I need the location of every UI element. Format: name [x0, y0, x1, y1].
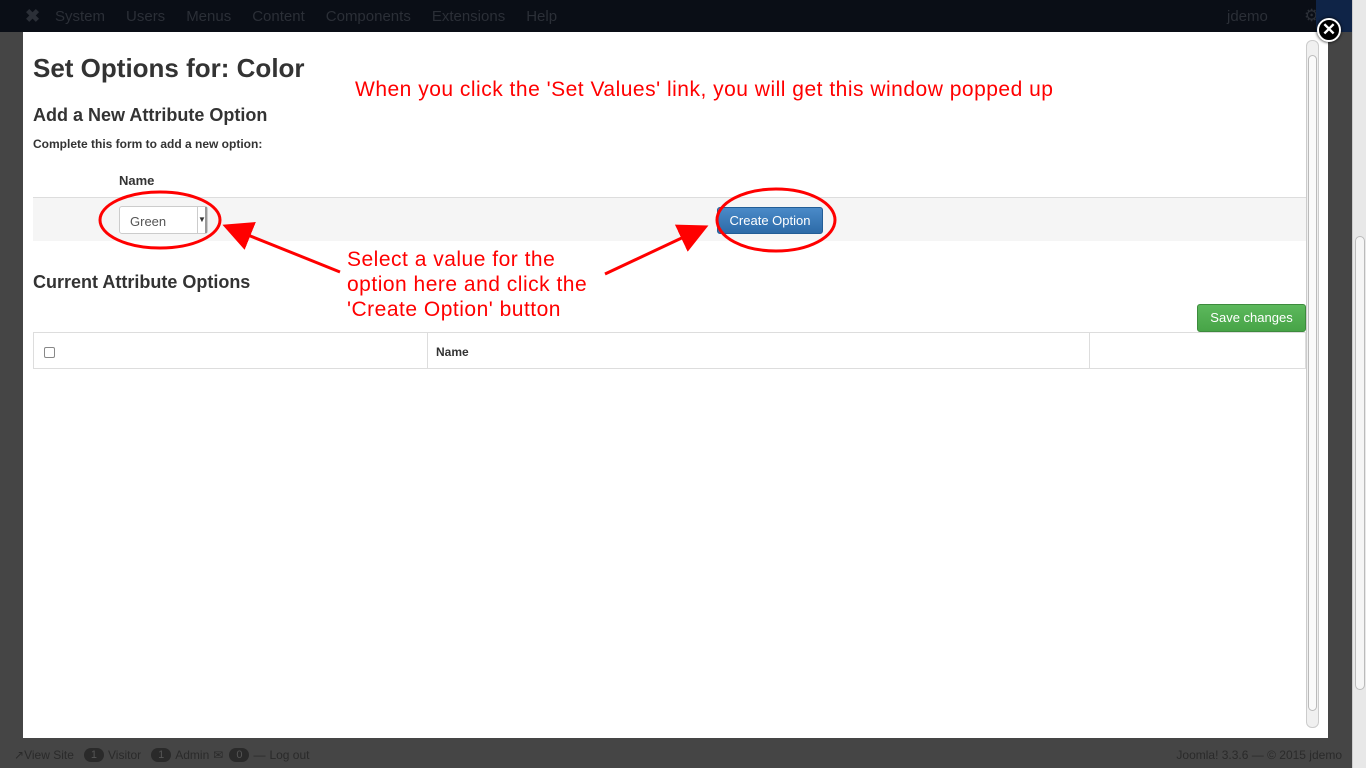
logout-link[interactable]: Log out: [269, 748, 309, 762]
page-scrollbar[interactable]: [1352, 0, 1366, 768]
options-modal: Set Options for: Color Add a New Attribu…: [23, 32, 1328, 738]
add-option-row: Green ▼ Create Option: [33, 197, 1306, 241]
menu-users[interactable]: Users: [126, 8, 165, 25]
status-bar: ↗ View Site 1 Visitor 1 Admin ✉ 0 — Log …: [0, 742, 1352, 768]
top-nav: ✖ System Users Menus Content Components …: [0, 0, 1352, 32]
admin-label: Admin: [175, 748, 210, 762]
save-changes-button[interactable]: Save changes: [1197, 304, 1306, 332]
annotation-line: 'Create Option' button: [347, 298, 561, 321]
option-select[interactable]: Green ▼: [119, 206, 208, 234]
name-column-header[interactable]: Name: [428, 333, 1090, 368]
annotation-line: option here and click the: [347, 273, 588, 296]
joomla-logo-icon[interactable]: ✖: [25, 7, 43, 25]
annotation-line: Select a value for the: [347, 248, 556, 271]
page-scrollbar-thumb[interactable]: [1355, 236, 1365, 690]
option-select-value: Green: [130, 214, 167, 229]
minus-icon: —: [253, 748, 266, 762]
name-column-label: Name: [119, 173, 155, 188]
menu-system[interactable]: System: [55, 8, 105, 25]
annotation-top: When you click the 'Set Values' link, yo…: [355, 78, 1054, 101]
select-all-checkbox[interactable]: [44, 347, 55, 358]
user-menu[interactable]: jdemo: [1227, 8, 1268, 25]
options-table-header: Name: [33, 332, 1306, 369]
close-modal-button[interactable]: ✕: [1317, 18, 1341, 42]
modal-scrollbar-thumb[interactable]: [1308, 55, 1317, 711]
current-options-heading: Current Attribute Options: [33, 272, 251, 292]
add-option-subtitle: Complete this form to add a new option:: [33, 137, 263, 151]
admin-count-badge: 1: [151, 748, 172, 762]
message-count-badge: 0: [229, 748, 250, 762]
modal-title: Set Options for: Color: [33, 53, 305, 83]
mail-icon: ✉: [213, 748, 224, 762]
menu-help[interactable]: Help: [526, 8, 557, 25]
menu-components[interactable]: Components: [326, 8, 411, 25]
visitor-count-badge: 1: [83, 748, 104, 762]
create-option-button[interactable]: Create Option: [717, 207, 823, 234]
caret-down-icon: ▼: [197, 207, 207, 233]
annotation-middle: Select a value for the option here and c…: [347, 247, 587, 322]
menu-menus[interactable]: Menus: [186, 8, 231, 25]
view-site-link[interactable]: View Site: [24, 748, 74, 762]
visitor-label: Visitor: [108, 748, 142, 762]
menu-extensions[interactable]: Extensions: [432, 8, 505, 25]
modal-scrollbar[interactable]: [1306, 40, 1319, 728]
add-option-heading: Add a New Attribute Option: [33, 105, 268, 125]
footer-copyright: Joomla! 3.3.6 — © 2015 jdemo: [1176, 748, 1342, 762]
menu-content[interactable]: Content: [252, 8, 305, 25]
external-link-icon: ↗: [14, 748, 25, 762]
